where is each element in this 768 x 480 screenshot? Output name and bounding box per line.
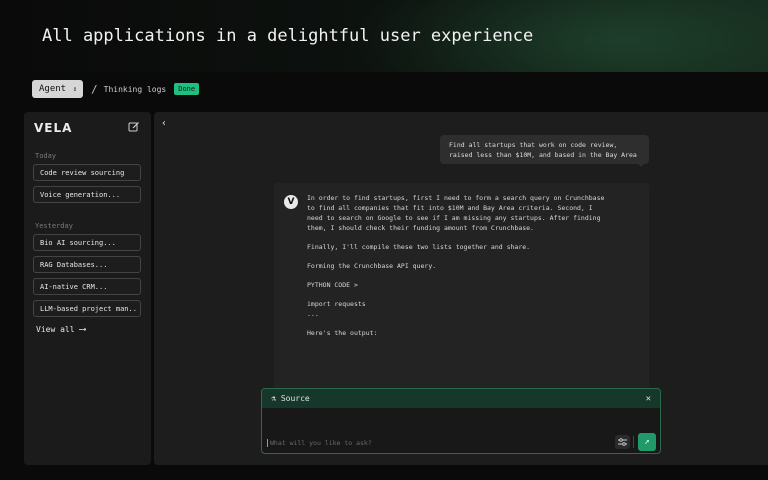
agent-select-label: Agent [39, 84, 67, 94]
sidebar-item-voice-generation[interactable]: Voice generation... [33, 186, 141, 203]
agent-paragraph: Finally, I'll compile these two lists to… [307, 243, 531, 251]
sidebar-item-bio-ai[interactable]: Bio AI sourcing... [33, 234, 141, 251]
text-caret [267, 439, 268, 447]
send-arrow-icon: ↗ [644, 437, 650, 447]
agent-paragraph: In order to find startups, first I need … [307, 194, 605, 232]
divider [633, 436, 634, 448]
python-code-toggle[interactable]: PYTHON CODE > [307, 280, 607, 290]
hero-title: All applications in a delightful user ex… [42, 26, 534, 46]
agent-response: In order to find startups, first I need … [307, 193, 607, 347]
settings-button[interactable] [615, 435, 630, 449]
source-header: ⚗ Source ✕ [262, 389, 660, 408]
agent-paragraph: Forming the Crunchbase API query. [307, 262, 437, 270]
code-line: import requests [307, 300, 366, 308]
output-label: Here's the output: [307, 329, 378, 337]
breadcrumb-page[interactable]: Thinking logs [104, 85, 167, 94]
hero-banner: All applications in a delightful user ex… [0, 0, 768, 72]
agent-avatar: V [284, 195, 298, 209]
breadcrumb-separator: / [91, 82, 98, 96]
sidebar-item-rag-databases[interactable]: RAG Databases... [33, 256, 141, 273]
sidebar-item-code-review[interactable]: Code review sourcing [33, 164, 141, 181]
view-all-link[interactable]: View all ⟶ [36, 324, 86, 335]
view-all-label: View all [36, 325, 75, 334]
chevron-updown-icon: ⇕ [72, 84, 77, 93]
section-label-yesterday: Yesterday [35, 222, 73, 230]
sidebar-item-ai-crm[interactable]: AI-native CRM... [33, 278, 141, 295]
collapse-sidebar-icon[interactable]: ‹ [157, 116, 171, 130]
prompt-placeholder: What will you like to ask? [270, 439, 372, 447]
agent-select[interactable]: Agent ⇕ [32, 80, 83, 98]
arrow-right-icon: ⟶ [79, 324, 86, 335]
code-line: ... [307, 310, 319, 318]
prompt-input[interactable]: What will you like to ask? [267, 438, 597, 448]
user-message: Find all startups that work on code revi… [440, 135, 649, 164]
source-icon: ⚗ [271, 394, 276, 403]
close-icon[interactable]: ✕ [646, 394, 651, 404]
sidebar: VELA Today Code review sourcing Voice ge… [24, 112, 151, 465]
sidebar-item-llm-project[interactable]: LLM-based project man.. [33, 300, 141, 317]
source-title: Source [280, 394, 310, 403]
breadcrumb: Agent ⇕ / Thinking logs Done [32, 80, 200, 98]
user-message-tail [636, 162, 646, 167]
vela-logo[interactable]: VELA [34, 121, 72, 135]
send-button[interactable]: ↗ [638, 433, 656, 451]
status-badge: Done [174, 83, 200, 95]
sliders-icon [618, 438, 627, 446]
new-chat-icon[interactable] [128, 121, 140, 133]
section-label-today: Today [35, 152, 57, 160]
